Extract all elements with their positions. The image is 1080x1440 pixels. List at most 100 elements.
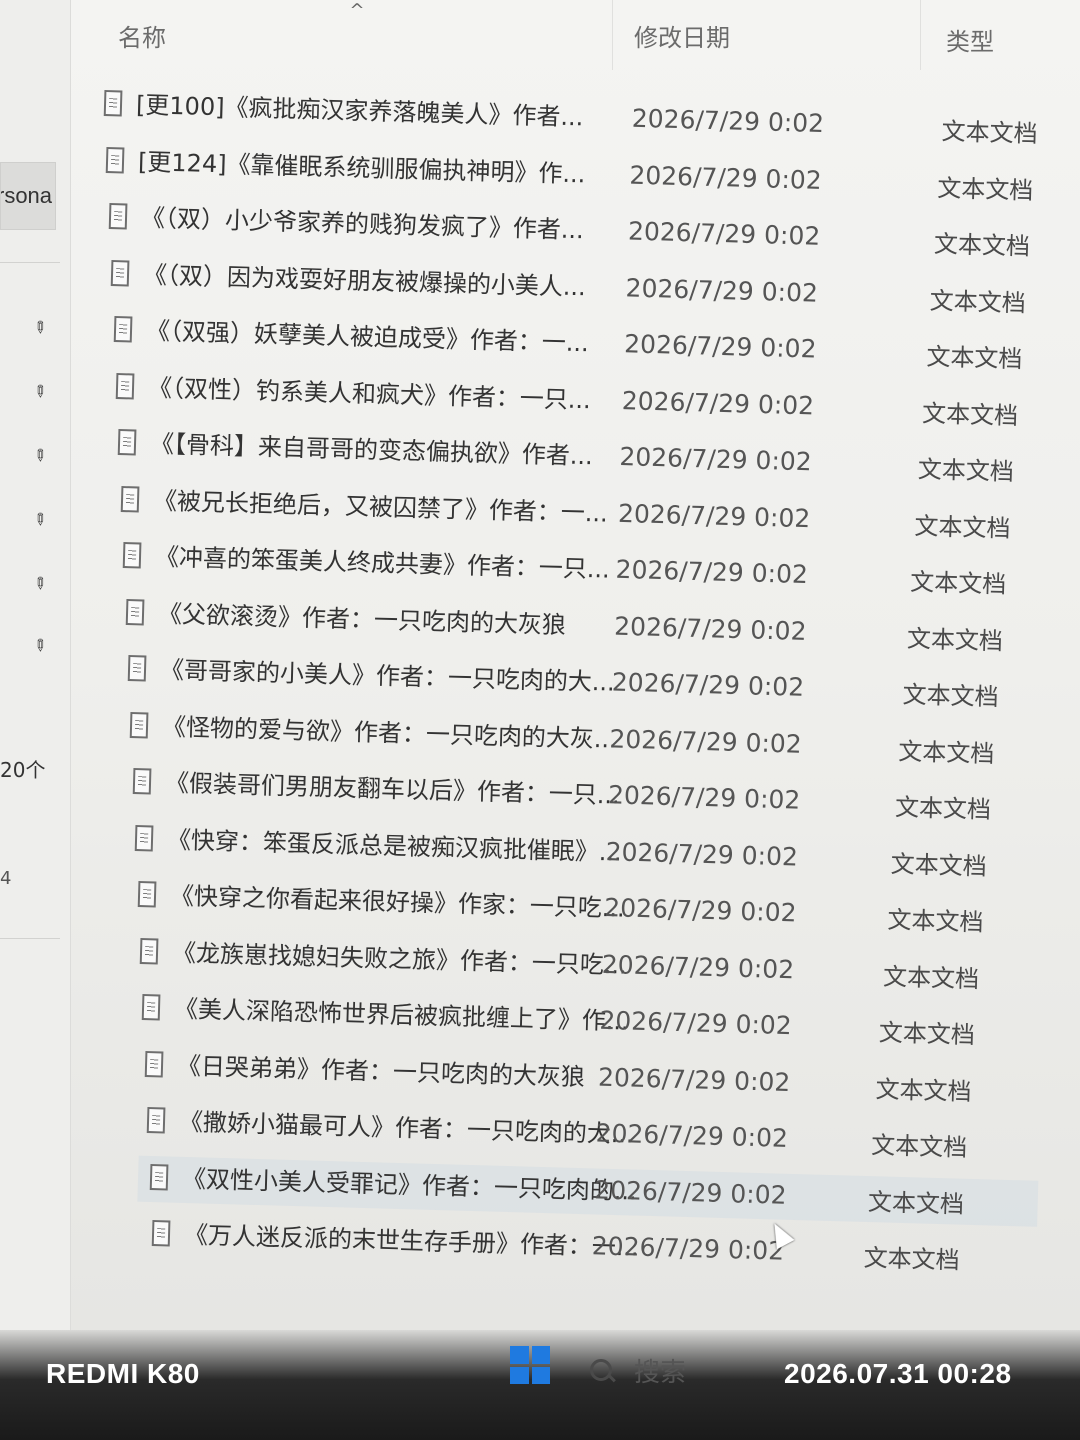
column-divider[interactable] <box>920 0 921 70</box>
file-row[interactable]: 《万人迷反派的末世生存手册》作者：一... 2026/7/29 0:02 文本文档 <box>151 1216 1080 1284</box>
text-file-icon <box>142 994 161 1021</box>
file-type: 文本文档 <box>878 1018 976 1050</box>
file-row[interactable]: 《【骨科】来自哥哥的变态偏执欲》作者... 2026/7/29 0:02 文本文档 <box>118 425 1080 493</box>
pin-icon[interactable]: ✎ <box>28 634 56 662</box>
nav-divider <box>0 262 60 263</box>
file-row[interactable]: 《冲喜的笨蛋美人终成共妻》作者：一只... 2026/7/29 0:02 文本文档 <box>122 538 1080 606</box>
file-name: [更100]《疯批痴汉家养落魄美人》作者... <box>135 90 584 132</box>
file-row[interactable]: 《双性小美人受罪记》作者：一只吃肉的... 2026/7/29 0:02 文本文档 <box>149 1160 1080 1228</box>
file-name: 《【骨科】来自哥哥的变态偏执欲》作者... <box>150 429 594 471</box>
file-modified-date: 2026/7/29 0:02 <box>627 216 821 251</box>
text-file-icon <box>122 542 142 569</box>
pin-icon[interactable]: ✎ <box>28 316 56 344</box>
text-file-icon <box>149 1163 169 1190</box>
file-name: 《冲喜的笨蛋美人终成共妻》作者：一只... <box>154 542 611 584</box>
file-type: 文本文档 <box>894 793 992 824</box>
file-type: 文本文档 <box>925 342 1023 374</box>
text-file-icon <box>137 881 157 908</box>
windows-start-icon[interactable] <box>510 1346 550 1384</box>
file-modified-date: 2026/7/29 0:02 <box>629 160 823 195</box>
file-name: 《（双性）钓系美人和疯犬》作者：一只... <box>147 373 592 414</box>
file-name: 《美人深陷恐怖世界后被疯批缠上了》作... <box>174 994 630 1036</box>
taskbar-search[interactable]: 搜索 <box>590 1350 686 1390</box>
file-row[interactable]: 《（双性）钓系美人和疯犬》作者：一只... 2026/7/29 0:02 文本文档 <box>115 369 1080 437</box>
file-name: 《撒娇小猫最可人》作者：一只吃肉的大... <box>178 1107 635 1149</box>
file-modified-date: 2026/7/29 0:02 <box>605 836 799 872</box>
text-file-icon <box>130 711 149 738</box>
file-name: 《怪物的爱与欲》作者：一只吃肉的大灰... <box>162 712 618 754</box>
file-name: 《龙族崽找媳妇失败之旅》作者：一只吃... <box>171 938 628 980</box>
text-file-icon <box>146 1107 166 1134</box>
text-file-icon <box>132 768 152 795</box>
file-row[interactable]: 《（双）小少爷家养的贱狗发疯了》作者... 2026/7/29 0:02 文本文档 <box>108 199 1080 267</box>
text-file-icon <box>144 1050 164 1077</box>
quick-access-label: rsona <box>0 183 53 208</box>
search-label: 搜索 <box>634 1357 687 1388</box>
file-modified-date: 2026/7/29 0:02 <box>607 780 801 815</box>
text-file-icon <box>134 824 154 851</box>
file-row[interactable]: 《龙族崽找媳妇失败之旅》作者：一只吃... 2026/7/29 0:02 文本文档 <box>139 934 1080 1002</box>
text-file-icon <box>115 372 135 399</box>
file-modified-date: 2026/7/29 0:02 <box>599 1005 793 1041</box>
pin-icon[interactable]: ✎ <box>28 572 56 600</box>
file-explorer-window: rsona ✎ ✎ ✎ ✎ ✎ ✎ 20个 4 ^ 名称 修改日期 类型 [更1… <box>0 0 1080 1330</box>
file-row[interactable]: 《怪物的爱与欲》作者：一只吃肉的大灰... 2026/7/29 0:02 文本文档 <box>130 708 1080 776</box>
column-header-name[interactable]: 名称 <box>118 18 166 53</box>
file-name: 《假装哥们男朋友翻车以后》作者：一只... <box>164 768 620 810</box>
file-type: 文本文档 <box>921 399 1019 430</box>
file-type: 文本文档 <box>871 1131 968 1162</box>
file-modified-date: 2026/7/29 0:02 <box>593 1174 787 1210</box>
file-row[interactable]: 《美人深陷恐怖世界后被疯批缠上了》作... 2026/7/29 0:02 文本文档 <box>142 990 1080 1058</box>
file-type: 文本文档 <box>941 117 1038 149</box>
file-row[interactable]: 《日哭弟弟》作者：一只吃肉的大灰狼 2026/7/29 0:02 文本文档 <box>144 1047 1080 1115</box>
pin-icon[interactable]: ✎ <box>28 380 56 408</box>
camera-watermark-device: REDMI K80 <box>46 1358 200 1389</box>
file-modified-date: 2026/7/29 0:02 <box>611 667 805 702</box>
nav-divider <box>0 938 60 939</box>
text-file-icon <box>139 937 159 964</box>
file-row[interactable]: [更100]《疯批痴汉家养落魄美人》作者... 2026/7/29 0:02 文本文… <box>103 86 1080 154</box>
file-row[interactable]: 《被兄长拒绝后，又被囚禁了》作者：一... 2026/7/29 0:02 文本文档 <box>120 482 1080 550</box>
search-icon <box>590 1359 612 1381</box>
file-type: 文本文档 <box>863 1243 961 1275</box>
quick-access-item[interactable]: rsona <box>0 162 56 230</box>
file-row[interactable]: 《快穿之你看起来很好操》作家：一只吃... 2026/7/29 0:02 文本文档 <box>137 877 1080 945</box>
file-type: 文本文档 <box>933 230 1031 261</box>
file-name: 《父欲滚烫》作者：一只吃肉的大灰狼 <box>157 599 566 639</box>
file-modified-date: 2026/7/29 0:02 <box>603 893 797 928</box>
column-divider[interactable] <box>612 0 613 70</box>
file-row[interactable]: 《哥哥家的小美人》作者：一只吃肉的大... 2026/7/29 0:02 文本文档 <box>127 651 1080 719</box>
file-modified-date: 2026/7/29 0:02 <box>619 442 813 477</box>
file-modified-date: 2026/7/29 0:02 <box>625 272 819 308</box>
file-name: 《（双）小少爷家养的贱狗发疯了》作者... <box>140 203 584 245</box>
file-row[interactable]: 《快穿：笨蛋反派总是被痴汉疯批催眠》... 2026/7/29 0:02 文本文档 <box>134 821 1080 889</box>
file-modified-date: 2026/7/29 0:02 <box>631 103 825 139</box>
file-type: 文本文档 <box>906 624 1003 655</box>
column-header-modified[interactable]: 修改日期 <box>634 18 730 53</box>
file-name: 《快穿之你看起来很好操》作家：一只吃... <box>169 881 625 923</box>
file-row[interactable]: [更124]《靠催眠系统驯服偏执神明》作... 2026/7/29 0:02 文本文… <box>106 143 1080 211</box>
file-row[interactable]: 《（双）因为戏耍好朋友被爆操的小美人... 2026/7/29 0:02 文本文档 <box>110 256 1080 324</box>
file-type: 文本文档 <box>910 567 1007 599</box>
text-file-icon <box>103 90 123 117</box>
file-type: 文本文档 <box>937 173 1035 205</box>
file-type: 文本文档 <box>902 680 999 712</box>
file-type: 文本文档 <box>890 849 988 881</box>
column-header-type[interactable]: 类型 <box>946 22 994 57</box>
file-modified-date: 2026/7/29 0:02 <box>615 554 809 590</box>
status-fragment: 4 <box>0 868 12 889</box>
text-file-icon <box>118 429 137 456</box>
file-type: 文本文档 <box>882 962 980 993</box>
file-type: 文本文档 <box>929 286 1027 318</box>
file-name: 《双性小美人受罪记》作者：一只吃肉的... <box>181 1164 637 1206</box>
file-row[interactable]: 《父欲滚烫》作者：一只吃肉的大灰狼 2026/7/29 0:02 文本文档 <box>125 595 1080 663</box>
text-file-icon <box>120 485 140 512</box>
file-row[interactable]: 《假装哥们男朋友翻车以后》作者：一只... 2026/7/29 0:02 文本文档 <box>132 764 1080 832</box>
pin-icon[interactable]: ✎ <box>28 444 56 472</box>
pin-icon[interactable]: ✎ <box>28 508 56 536</box>
file-modified-date: 2026/7/29 0:02 <box>621 385 815 420</box>
file-name: 《日哭弟弟》作者：一只吃肉的大灰狼 <box>176 1051 586 1091</box>
text-file-icon <box>110 259 130 286</box>
file-modified-date: 2026/7/29 0:02 <box>601 949 795 984</box>
file-row[interactable]: 《（双强）妖孽美人被迫成受》作者：一... 2026/7/29 0:02 文本文档 <box>113 312 1080 380</box>
